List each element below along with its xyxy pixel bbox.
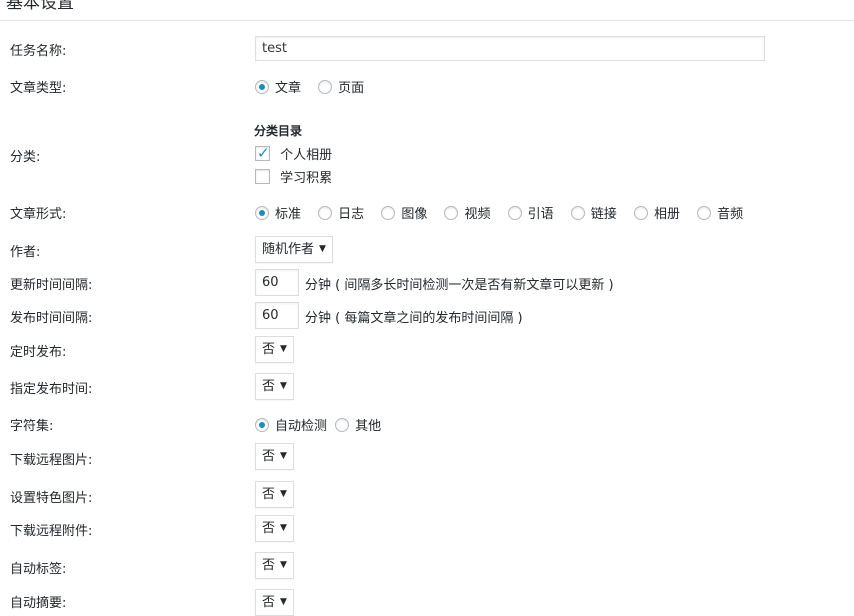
select-value: 否 [262,595,276,610]
radio-label: 标准 [275,207,302,222]
category-item-study-notes[interactable]: 学习积累 [255,167,333,186]
radio-label: 页面 [338,81,365,96]
post-format-radio-group: 标准 日志 图像 视频 引语 链接 相册 音频 [255,203,743,222]
radio-label: 视频 [464,207,491,222]
update-interval-label: 更新时间间隔: [10,278,93,293]
radio-label: 自动检测 [275,419,328,434]
radio-button[interactable] [318,79,333,94]
dropdown-arrow-icon: ▼ [280,560,287,570]
select-value: 否 [262,379,276,394]
auto-excerpt-select[interactable]: 否 ▼ [255,589,294,616]
post-format-option-link[interactable]: 链接 [570,203,617,222]
update-interval-hint: 分钟 ( 间隔多长时间检测一次是否有新文章可以更新 ) [305,278,614,293]
post-format-option-video[interactable]: 视频 [444,203,490,222]
select-value: 随机作者 [262,242,315,257]
featured-image-label: 设置特色图片: [10,491,93,506]
download-remote-attachments-label: 下载远程附件: [10,524,93,539]
post-format-option-audio[interactable]: 音频 [697,203,743,222]
radio-button[interactable] [697,205,712,220]
scheduled-publish-label: 定时发布: [10,345,67,360]
radio-button[interactable] [444,205,459,220]
dropdown-arrow-icon: ▼ [280,344,287,354]
publish-interval-label: 发布时间间隔: [10,311,93,326]
task-name-input[interactable]: test [255,36,765,61]
select-value: 否 [262,449,276,464]
radio-label: 其他 [355,419,382,434]
radio-button[interactable] [318,205,333,220]
dropdown-arrow-icon: ▼ [280,451,287,461]
select-value: 否 [262,342,276,357]
radio-label: 引语 [527,207,554,222]
dropdown-arrow-icon: ▼ [280,489,287,499]
category-label: 分类: [10,150,41,165]
radio-label: 音频 [717,207,744,222]
radio-button[interactable] [255,205,269,220]
select-value: 否 [262,558,276,573]
post-format-option-aside[interactable]: 日志 [318,203,364,222]
dropdown-arrow-icon: ▼ [280,523,287,533]
post-type-radio-group: 文章 页面 [255,77,364,96]
update-interval-input[interactable]: 60 [255,269,299,296]
radio-button[interactable] [255,79,269,94]
post-type-option-page[interactable]: 页面 [318,77,364,96]
checkmark-icon: ✓ [257,144,270,162]
download-remote-images-select[interactable]: 否 ▼ [255,443,294,470]
dropdown-arrow-icon: ▼ [319,244,326,254]
specify-publish-time-label: 指定发布时间: [10,382,93,397]
download-remote-images-label: 下载远程图片: [10,453,93,468]
radio-button[interactable] [335,417,350,432]
download-remote-attachments-select[interactable]: 否 ▼ [255,515,294,542]
radio-button[interactable] [381,205,396,220]
charset-option-other[interactable]: 其他 [335,415,381,434]
checkbox[interactable] [255,169,270,184]
charset-label: 字符集: [10,419,54,434]
radio-button[interactable] [255,417,269,432]
featured-image-select[interactable]: 否 ▼ [255,481,294,508]
category-item-personal-album[interactable]: ✓ 个人相册 [255,144,333,163]
post-type-option-article[interactable]: 文章 [255,77,301,96]
checkbox-label: 学习积累 [280,171,333,186]
task-name-label: 任务名称: [10,44,67,59]
post-format-option-standard[interactable]: 标准 [255,203,301,222]
select-value: 否 [262,521,276,536]
dropdown-arrow-icon: ▼ [280,597,287,607]
checkbox[interactable]: ✓ [255,144,270,162]
scheduled-publish-select[interactable]: 否 ▼ [255,336,294,363]
post-format-label: 文章形式: [10,207,67,222]
publish-interval-hint: 分钟 ( 每篇文章之间的发布时间间隔 ) [305,311,523,326]
category-list-title: 分类目录 [254,124,303,138]
auto-excerpt-label: 自动摘要: [10,596,67,611]
charset-option-auto-detect[interactable]: 自动检测 [255,415,327,434]
radio-label: 文章 [275,81,302,96]
post-format-option-image[interactable]: 图像 [381,203,427,222]
post-format-option-gallery[interactable]: 相册 [633,203,680,222]
post-format-option-quote[interactable]: 引语 [507,203,554,222]
section-title: 基本设置 [6,0,74,13]
auto-tags-select[interactable]: 否 ▼ [255,552,294,579]
radio-label: 链接 [590,207,617,222]
dropdown-arrow-icon: ▼ [280,381,287,391]
specify-publish-time-select[interactable]: 否 ▼ [255,373,294,400]
author-label: 作者: [10,245,41,260]
radio-button[interactable] [507,205,522,220]
radio-button[interactable] [570,205,585,220]
post-type-label: 文章类型: [10,81,67,96]
auto-tags-label: 自动标签: [10,562,67,577]
radio-label: 相册 [653,207,680,222]
select-value: 否 [262,487,276,502]
radio-button[interactable] [633,205,648,220]
checkbox-label: 个人相册 [280,148,333,163]
author-select[interactable]: 随机作者 ▼ [255,236,333,263]
radio-label: 日志 [338,207,365,222]
charset-radio-group: 自动检测 其他 [255,415,381,434]
header-divider [0,20,854,21]
publish-interval-input[interactable]: 60 [255,302,299,329]
radio-label: 图像 [401,207,428,222]
